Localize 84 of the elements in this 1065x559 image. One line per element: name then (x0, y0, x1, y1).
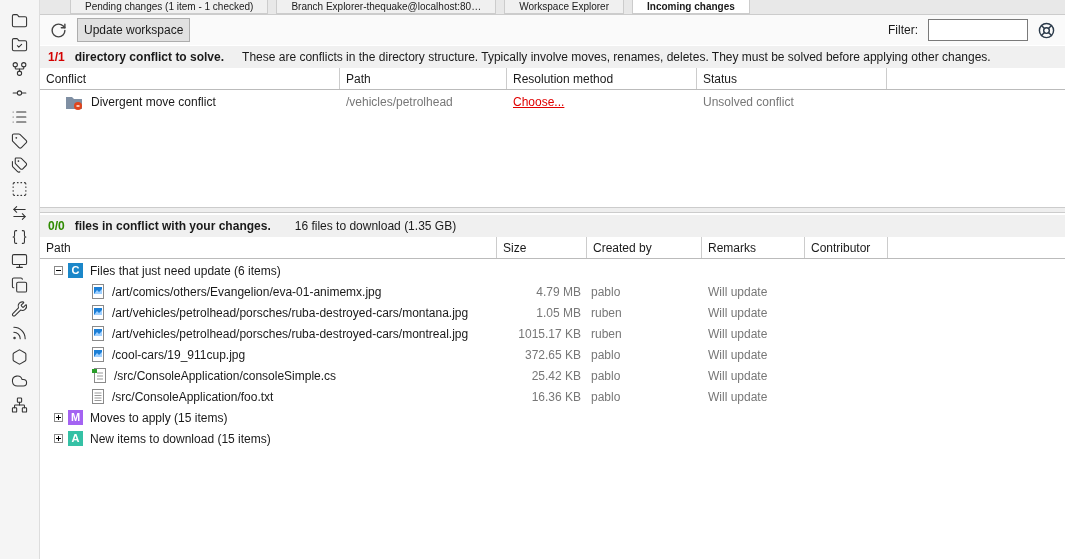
filter-field[interactable] (928, 19, 1028, 41)
file-path: /art/vehicles/petrolhead/porsches/ruba-destroyed-cars/montana.jpg (112, 304, 469, 322)
table-cell: pablo (591, 284, 621, 299)
group-label: New items to download (15 items) (90, 430, 271, 448)
table-cell: Unsolved conflict (703, 95, 794, 109)
column-header[interactable]: Size (497, 237, 587, 258)
collapse-toggle[interactable] (54, 266, 63, 275)
feed-icon[interactable] (11, 324, 28, 342)
group-label: Moves to apply (15 items) (90, 409, 228, 427)
tab[interactable]: Workspace Explorer (504, 0, 624, 14)
network-icon[interactable] (11, 396, 28, 414)
table-cell: ruben (591, 326, 622, 341)
braces-icon[interactable] (11, 228, 28, 246)
table-cell: Will update (708, 305, 768, 320)
section-description: These are conflicts in the directory structure. Typically involve moves, renames, deletes. They must be solved before applying other changes. (242, 49, 991, 66)
table-cell: 4.79 MB (536, 284, 581, 299)
table-cell: pablo (591, 368, 621, 383)
table-cell: Will update (708, 284, 768, 299)
column-header[interactable]: Created by (587, 237, 702, 258)
copy-icon[interactable] (11, 276, 28, 294)
choose-link[interactable]: Choose... (513, 95, 565, 109)
tags-icon[interactable] (11, 156, 28, 174)
table-cell: /vehicles/petrolhead (346, 95, 453, 109)
group-badge: M (68, 410, 83, 425)
image-file-icon (92, 305, 104, 320)
table-cell-text: Divergent move conflict (91, 94, 216, 111)
conflict-count: 1/1 (48, 49, 65, 66)
file-path: /src/ConsoleApplication/foo.txt (112, 388, 274, 406)
conflict-count: 0/0 (48, 218, 65, 235)
group-label: Files that just need update (6 items) (90, 262, 281, 280)
column-header[interactable]: Conflict (40, 68, 340, 89)
csharp-file-icon (92, 368, 106, 383)
refresh-icon[interactable] (50, 21, 67, 39)
update-workspace-button[interactable]: Update workspace (77, 18, 191, 42)
table-cell: Will update (708, 368, 768, 383)
column-header[interactable]: Path (340, 68, 507, 89)
file-path: /art/comics/others/Evangelion/eva-01-animemx.jpg (112, 283, 382, 301)
tab[interactable]: Branch Explorer-thequake@localhost:80… (276, 0, 497, 14)
table-cell: 25.42 KB (531, 368, 581, 383)
table-cell: Will update (708, 326, 768, 341)
monitor-icon[interactable] (11, 252, 28, 270)
download-summary: 16 files to download (1.35 GB) (294, 218, 457, 235)
help-icon[interactable] (1038, 21, 1055, 39)
group-badge: A (68, 431, 83, 446)
table-cell: ruben (591, 305, 622, 320)
tab[interactable]: Incoming changes (632, 0, 750, 14)
folder-conflict-icon (66, 94, 83, 110)
branch-icon[interactable] (11, 60, 28, 78)
section-title: directory conflict to solve. (74, 49, 225, 66)
image-file-icon (92, 326, 104, 341)
table-cell: 1015.17 KB (518, 326, 581, 341)
wrench-icon[interactable] (11, 300, 28, 318)
file-path: /cool-cars/19_911cup.jpg (112, 346, 246, 364)
column-header[interactable]: Path (40, 237, 497, 258)
table-cell: 372.65 KB (524, 347, 581, 362)
expand-toggle[interactable] (54, 434, 63, 443)
table-cell: 1.05 MB (536, 305, 581, 320)
table-cell: Will update (708, 389, 768, 404)
file-path: /src/ConsoleApplication/consoleSimple.cs (114, 367, 337, 385)
group-badge: C (68, 263, 83, 278)
column-header[interactable]: Resolution method (507, 68, 697, 89)
table-cell: 16.36 KB (531, 389, 581, 404)
tag-icon[interactable] (11, 132, 28, 150)
expand-toggle[interactable] (54, 413, 63, 422)
section-title: files in conflict with your changes. (74, 218, 271, 235)
image-file-icon (92, 347, 104, 362)
column-header[interactable]: Status (697, 68, 887, 89)
file-path: /art/vehicles/petrolhead/porsches/ruba-destroyed-cars/montreal.jpg (112, 325, 469, 343)
column-header[interactable]: Remarks (702, 237, 805, 258)
dashed-square-icon[interactable] (11, 180, 28, 198)
list-icon[interactable] (11, 108, 28, 126)
table-cell: pablo (591, 389, 621, 404)
cloud-icon[interactable] (11, 372, 28, 390)
folder-icon[interactable] (11, 12, 28, 30)
swap-arrows-icon[interactable] (11, 204, 28, 222)
column-header[interactable]: Contributor (805, 237, 888, 258)
folder-check-icon[interactable] (11, 36, 28, 54)
image-file-icon (92, 284, 104, 299)
text-file-icon (92, 389, 104, 404)
filter-label: Filter: (888, 22, 918, 39)
table-cell: pablo (591, 347, 621, 362)
hexagon-icon[interactable] (11, 348, 28, 366)
table-cell: Will update (708, 347, 768, 362)
tab[interactable]: Pending changes (1 item - 1 checked) (70, 0, 269, 14)
